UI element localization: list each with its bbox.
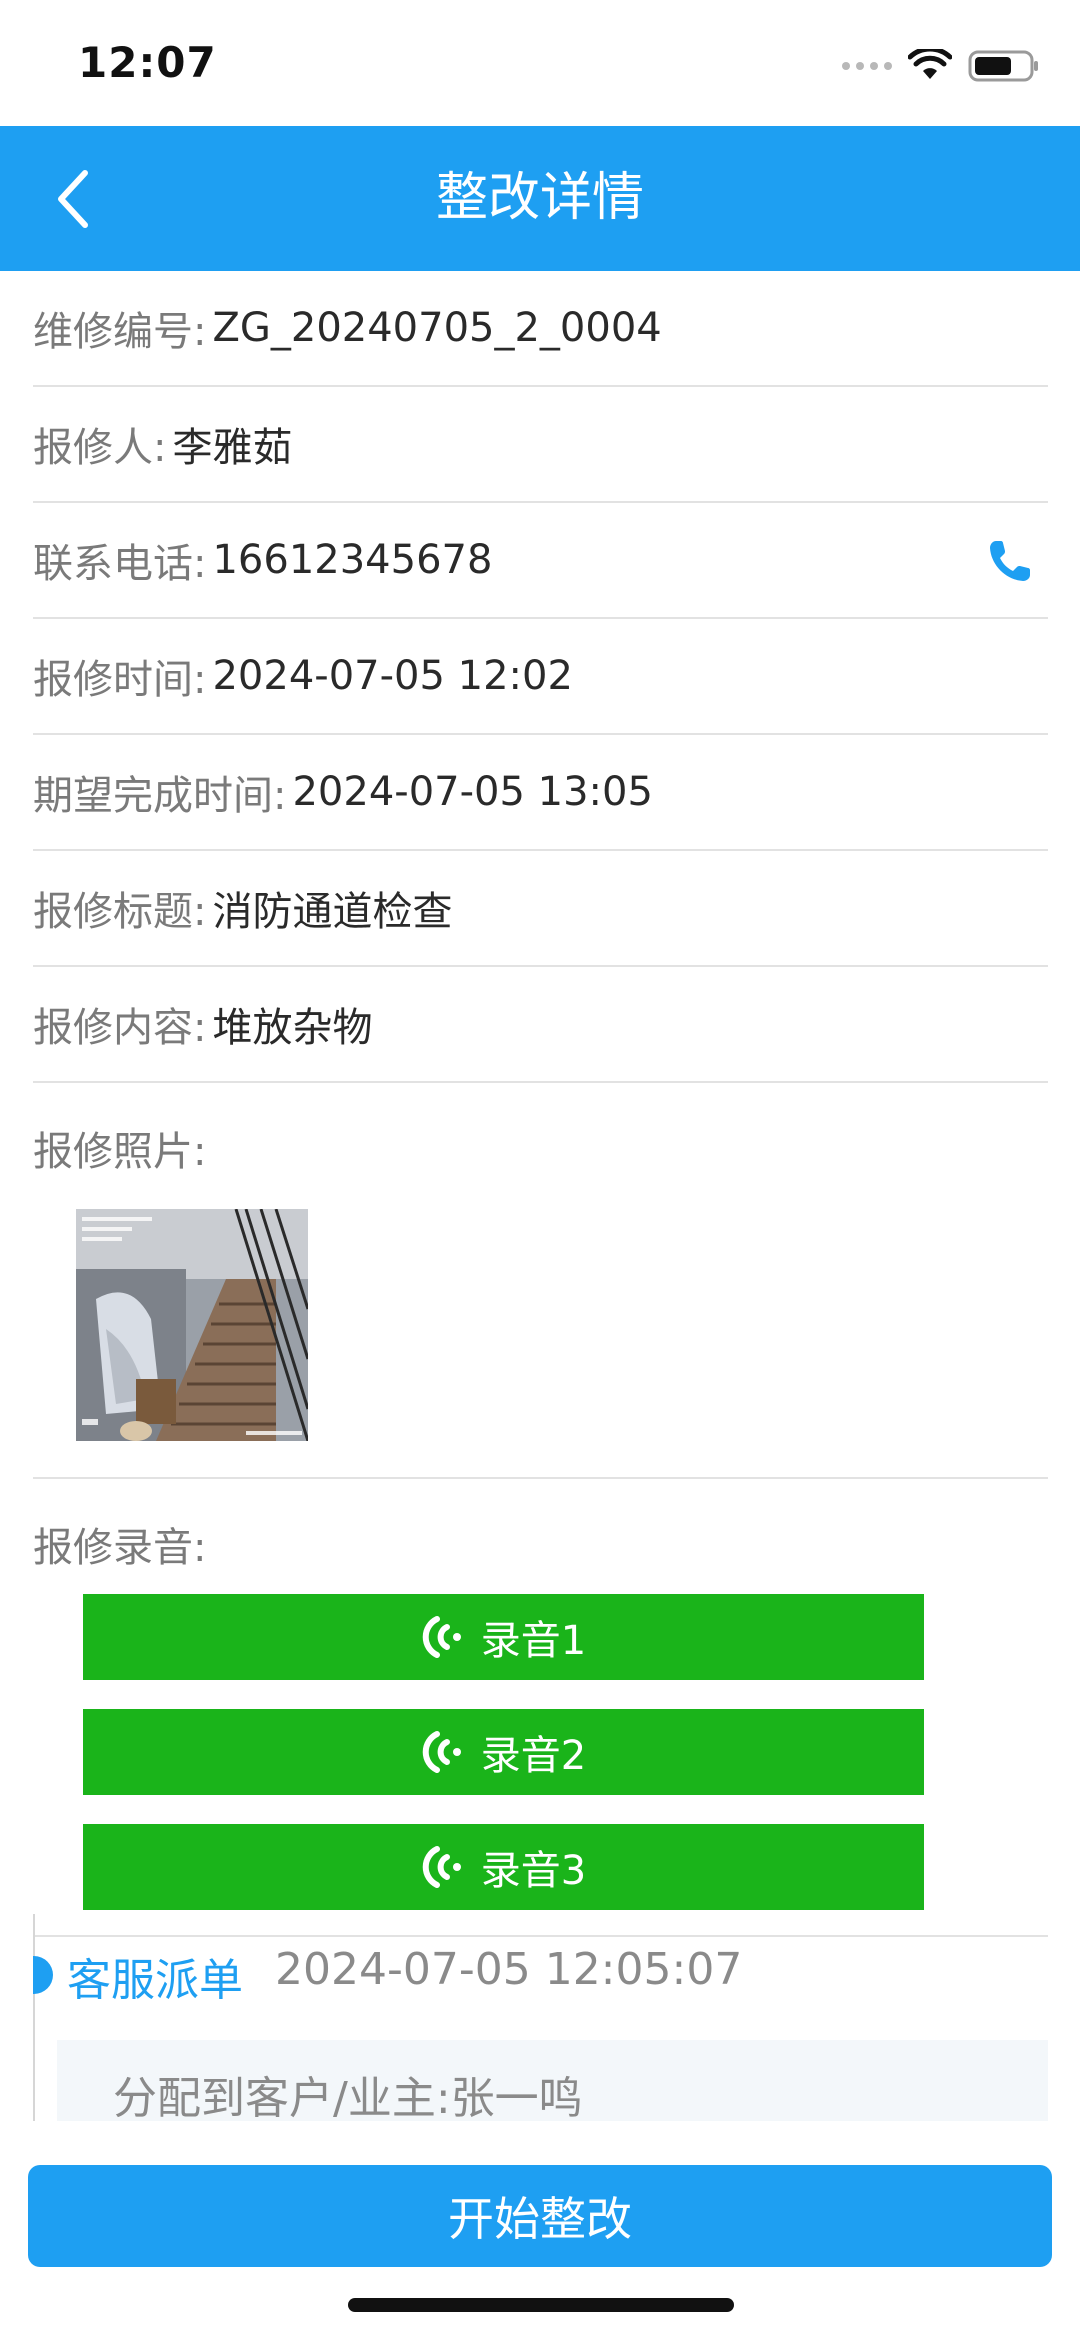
nav-bar: 整改详情 — [0, 126, 1080, 271]
page-title: 整改详情 — [435, 168, 644, 228]
sound-wave-icon — [422, 1846, 461, 1888]
timeline-time: 2024-07-05 12:05:07 — [275, 1944, 743, 1995]
field-row-content: 报修内容: 堆放杂物 — [33, 967, 1048, 1083]
back-button[interactable] — [38, 164, 108, 234]
audio-label-text: 录音3 — [480, 1848, 587, 1894]
field-value: 堆放杂物 — [212, 1005, 373, 1051]
cellular-signal-icon — [842, 62, 892, 70]
field-value: ZG_20240705_2_0004 — [212, 305, 662, 351]
field-row-expected-time: 期望完成时间: 2024-07-05 13:05 — [33, 735, 1048, 851]
repair-photo-thumbnail[interactable] — [76, 1209, 308, 1441]
process-timeline: 客服派单 2024-07-05 12:05:07 分配到客户/业主:张一鸣 — [33, 1914, 1048, 2121]
audio-play-button[interactable]: 录音3 — [83, 1824, 924, 1910]
field-row-reporter: 报修人: 李雅茹 — [33, 387, 1048, 503]
timeline-type: 客服派单 — [67, 1955, 243, 2006]
field-label: 报修内容: — [33, 1005, 207, 1051]
field-row-title: 报修标题: 消防通道检查 — [33, 851, 1048, 967]
field-label: 维修编号: — [33, 309, 207, 355]
field-label: 期望完成时间: — [33, 773, 287, 819]
home-indicator — [348, 2298, 734, 2312]
field-label: 报修人: — [33, 425, 167, 471]
chevron-left-icon — [58, 170, 88, 228]
field-value: 李雅茹 — [172, 425, 293, 471]
wifi-icon — [908, 49, 952, 79]
field-row-report-time: 报修时间: 2024-07-05 12:02 — [33, 619, 1048, 735]
field-value: 16612345678 — [212, 537, 493, 583]
timeline-dot — [33, 1956, 53, 1994]
status-indicators — [842, 46, 1040, 86]
battery-icon — [968, 50, 1038, 82]
status-bar: 12:07 — [0, 0, 1080, 126]
photo-label: 报修照片: — [33, 1129, 207, 1175]
detail-list: 维修编号: ZG_20240705_2_0004 报修人: 李雅茹 联系电话: … — [33, 271, 1048, 1937]
stairwell-photo — [76, 1209, 308, 1441]
timeline-detail: 分配到客户/业主:张一鸣 — [57, 2040, 1048, 2121]
audio-play-button[interactable]: 录音2 — [83, 1709, 924, 1795]
field-label: 联系电话: — [33, 541, 207, 587]
status-time: 12:07 — [78, 38, 217, 87]
audio-label: 报修录音: — [33, 1525, 207, 1571]
timeline-line — [33, 1914, 35, 2121]
field-row-repair-no: 维修编号: ZG_20240705_2_0004 — [33, 271, 1048, 387]
audio-play-button[interactable]: 录音1 — [83, 1594, 924, 1680]
phone-call-icon[interactable] — [986, 537, 1034, 585]
audio-label-text: 录音1 — [480, 1618, 587, 1664]
field-value: 消防通道检查 — [212, 889, 453, 935]
field-label: 报修时间: — [33, 657, 207, 703]
sound-wave-icon — [422, 1731, 461, 1773]
timeline-item-header: 客服派单 2024-07-05 12:05:07 — [67, 1944, 742, 2008]
field-value: 2024-07-05 13:05 — [292, 769, 653, 815]
field-value: 2024-07-05 12:02 — [212, 653, 573, 699]
field-row-phone: 联系电话: 16612345678 — [33, 503, 1048, 619]
audio-section: 报修录音: 录音1 录音2 录音3 — [33, 1479, 1048, 1937]
field-label: 报修标题: — [33, 889, 207, 935]
sound-wave-icon — [422, 1616, 461, 1658]
audio-label-text: 录音2 — [480, 1733, 587, 1779]
start-rectification-button[interactable]: 开始整改 — [28, 2165, 1052, 2267]
photo-section: 报修照片: — [33, 1083, 1048, 1479]
